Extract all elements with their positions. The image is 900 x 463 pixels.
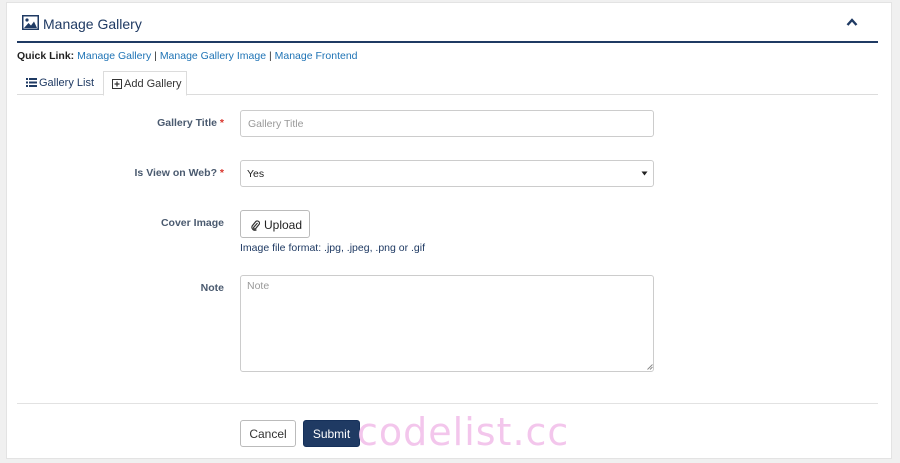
watermark: codelist.cc bbox=[357, 410, 570, 454]
caret-down-icon bbox=[641, 171, 648, 176]
chevron-up-icon[interactable] bbox=[846, 17, 858, 27]
quick-links: Quick Link: Manage Gallery | Manage Gall… bbox=[17, 50, 358, 62]
gallery-title-label: Gallery Title * bbox=[157, 117, 224, 129]
tab-gallery-list[interactable]: Gallery List bbox=[17, 71, 102, 96]
quick-link-label: Quick Link: bbox=[17, 50, 75, 62]
quick-link-manage-gallery-image[interactable]: Manage Gallery Image bbox=[160, 50, 266, 62]
tab-gallery-list-label: Gallery List bbox=[39, 77, 95, 89]
plus-square-icon bbox=[112, 79, 122, 89]
required-marker: * bbox=[219, 117, 224, 129]
required-marker: * bbox=[219, 167, 224, 179]
list-icon bbox=[26, 78, 37, 87]
quick-link-separator: | bbox=[268, 50, 272, 62]
quick-link-manage-gallery[interactable]: Manage Gallery bbox=[77, 50, 151, 62]
form-divider bbox=[17, 403, 878, 404]
file-format-hint: Image file format: .jpg, .jpeg, .png or … bbox=[240, 242, 426, 254]
resize-handle-icon[interactable] bbox=[647, 364, 653, 370]
upload-button-label: Upload bbox=[264, 218, 303, 232]
view-on-web-selected: Yes bbox=[247, 168, 265, 180]
image-gallery-icon bbox=[22, 15, 39, 30]
panel-header: Manage Gallery bbox=[17, 3, 878, 43]
quick-link-separator: | bbox=[154, 50, 157, 62]
view-on-web-select[interactable]: Yes bbox=[240, 160, 654, 187]
gallery-title-input[interactable] bbox=[240, 110, 654, 137]
note-label: Note bbox=[200, 282, 224, 294]
view-on-web-label: Is View on Web? * bbox=[134, 167, 224, 179]
page-title: Manage Gallery bbox=[43, 16, 142, 32]
cancel-button[interactable]: Cancel bbox=[240, 420, 296, 447]
note-textarea[interactable] bbox=[240, 275, 654, 372]
manage-gallery-panel: Manage Gallery Quick Link: Manage Galler… bbox=[6, 2, 892, 459]
submit-button[interactable]: Submit bbox=[303, 420, 360, 447]
cover-image-label: Cover Image bbox=[160, 217, 224, 229]
tab-add-gallery-label: Add Gallery bbox=[124, 78, 182, 90]
paperclip-icon bbox=[251, 220, 260, 231]
tab-bar: Gallery List Add Gallery bbox=[17, 71, 878, 96]
quick-link-manage-frontend[interactable]: Manage Frontend bbox=[275, 50, 358, 62]
upload-button[interactable]: Upload bbox=[240, 210, 310, 238]
tab-add-gallery[interactable]: Add Gallery bbox=[103, 71, 187, 96]
